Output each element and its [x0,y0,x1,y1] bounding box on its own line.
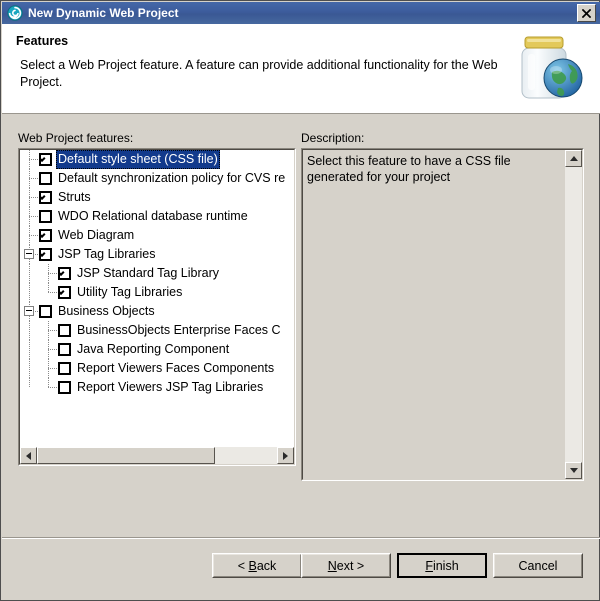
description-label: Description: [301,131,365,145]
tree-guide [20,188,39,207]
button-row: < Back Next > Finish Cancel [1,553,600,581]
tree-guide [20,150,39,169]
tree-item[interactable]: BusinessObjects Enterprise Faces C [20,321,294,340]
tree-guide [20,378,39,397]
tree-guide [20,169,39,188]
tree-item[interactable]: Java Reporting Component [20,340,294,359]
feature-checkbox[interactable] [58,362,71,375]
tree-item[interactable]: Web Diagram [20,226,294,245]
hscroll-track[interactable] [37,447,277,464]
feature-checkbox[interactable] [58,267,71,280]
feature-checkbox[interactable] [39,305,52,318]
collapse-expander-icon[interactable] [24,306,34,316]
feature-checkbox[interactable] [39,191,52,204]
page-title: Features [16,34,69,48]
tree-item-label: Utility Tag Libraries [77,285,183,299]
finish-button[interactable]: Finish [397,553,487,578]
scroll-left-icon[interactable] [20,447,37,464]
tree-horizontal-scrollbar[interactable] [20,447,294,464]
cancel-button-label: Cancel [518,558,558,573]
scroll-right-icon[interactable] [277,447,294,464]
tree-guide [39,378,58,397]
jar-globe-icon [506,26,592,110]
tree-guide [20,245,39,264]
tree-item-label: Report Viewers JSP Tag Libraries [77,380,264,394]
tree-item-label: Report Viewers Faces Components [77,361,275,375]
tree-guide [20,226,39,245]
tree-guide [39,321,58,340]
wizard-header: Features Select a Web Project feature. A… [2,24,600,114]
window-title: New Dynamic Web Project [28,6,179,20]
spiral-icon [7,5,23,21]
tree-item[interactable]: Default style sheet (CSS file) [20,150,294,169]
collapse-expander-icon[interactable] [24,249,34,259]
description-vertical-scrollbar[interactable] [565,150,582,479]
finish-button-label: Finish [425,558,459,573]
tree-guide [20,207,39,226]
features-tree-inner: Default style sheet (CSS file) Default sy… [19,149,295,465]
features-tree-panel: Default style sheet (CSS file) Default sy… [18,148,296,466]
tree-guide [39,283,58,302]
tree-item-label: Default synchronization policy for CVS r… [58,171,286,185]
close-icon[interactable] [577,4,596,22]
tree-item[interactable]: Business Objects [20,302,294,321]
tree-item-label: Struts [58,190,91,204]
tree-guide [20,283,39,302]
tree-guide [20,321,39,340]
tree-guide [20,302,39,321]
tree-guide [39,264,58,283]
scroll-up-icon[interactable] [565,150,582,167]
tree-guide [39,359,58,378]
tree-guide [20,340,39,359]
scroll-down-icon[interactable] [565,462,582,479]
tree-item-label: Web Diagram [58,228,135,242]
tree-item-label: JSP Tag Libraries [58,247,156,261]
feature-checkbox[interactable] [39,210,52,223]
feature-checkbox[interactable] [58,324,71,337]
tree-item-label: Java Reporting Component [77,342,230,356]
tree-item-label: BusinessObjects Enterprise Faces C [77,323,281,337]
page-description: Select a Web Project feature. A feature … [20,58,498,89]
footer-separator [2,537,600,539]
feature-checkbox[interactable] [58,343,71,356]
tree-guide [20,264,39,283]
feature-checkbox[interactable] [39,248,52,261]
tree-item[interactable]: Report Viewers JSP Tag Libraries [20,378,294,397]
next-button-label: Next > [327,558,365,573]
tree-guide [20,359,39,378]
feature-checkbox[interactable] [58,286,71,299]
features-tree[interactable]: Default style sheet (CSS file) Default sy… [20,150,294,447]
feature-checkbox[interactable] [39,153,52,166]
feature-checkbox[interactable] [39,229,52,242]
tree-item-label: WDO Relational database runtime [58,209,248,223]
tree-item-label: JSP Standard Tag Library [77,266,219,280]
tree-item-label: Business Objects [58,304,155,318]
vscroll-track[interactable] [565,167,582,462]
description-panel: Select this feature to have a CSS file g… [301,148,584,481]
back-button[interactable]: < Back [212,553,302,578]
next-button[interactable]: Next > [301,553,391,578]
tree-item[interactable]: JSP Standard Tag Library [20,264,294,283]
description-text: Select this feature to have a CSS file g… [307,154,511,184]
description-inner: Select this feature to have a CSS file g… [302,149,583,480]
tree-item[interactable]: Report Viewers Faces Components [20,359,294,378]
feature-checkbox[interactable] [58,381,71,394]
tree-item[interactable]: Default synchronization policy for CVS r… [20,169,294,188]
tree-item[interactable]: Utility Tag Libraries [20,283,294,302]
tree-item[interactable]: WDO Relational database runtime [20,207,294,226]
features-label: Web Project features: [18,131,134,145]
new-dynamic-web-project-dialog: New Dynamic Web Project Features Select … [0,0,600,601]
tree-item[interactable]: JSP Tag Libraries [20,245,294,264]
feature-checkbox[interactable] [39,172,52,185]
hscroll-thumb[interactable] [37,447,215,464]
tree-item[interactable]: Struts [20,188,294,207]
tree-item-label: Default style sheet (CSS file) [56,150,220,169]
back-button-label: < Back [237,558,277,573]
title-bar: New Dynamic Web Project [2,2,600,25]
tree-guide [39,340,58,359]
cancel-button[interactable]: Cancel [493,553,583,578]
